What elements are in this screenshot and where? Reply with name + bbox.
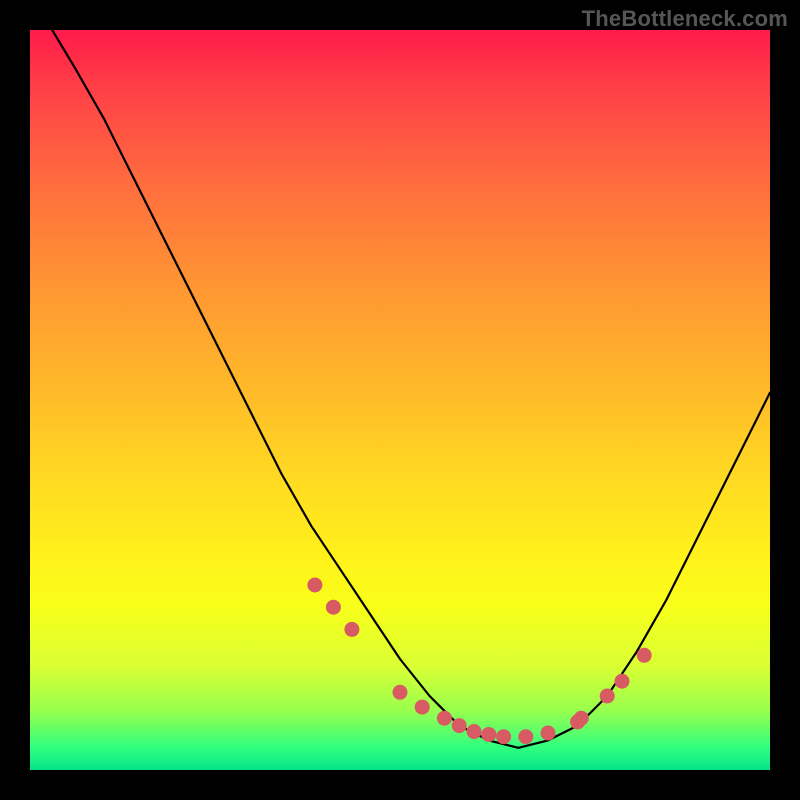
plot-area [30,30,770,770]
chart-container: TheBottleneck.com [0,0,800,800]
watermark-text: TheBottleneck.com [582,6,788,32]
curve-line [52,30,770,748]
plot-svg [30,30,770,770]
marker-points [307,578,651,745]
